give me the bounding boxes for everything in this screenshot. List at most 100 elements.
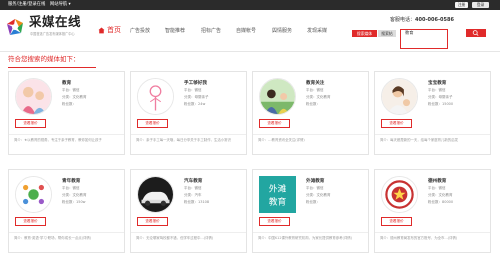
view-price-button[interactable]: 查看报价 — [259, 119, 290, 128]
card-divider — [9, 232, 124, 233]
hotline: 客服电话：400-006-0586 — [390, 16, 454, 23]
media-fans: 粉丝数：150w — [62, 200, 86, 204]
section-title: 符合您搜索的媒体如下： — [8, 55, 80, 63]
media-name[interactable]: 青年教育 — [62, 178, 80, 184]
nav-item-tender-ads[interactable]: 招标广告 — [201, 27, 221, 35]
logo-title[interactable]: 采媒在线 — [29, 14, 81, 30]
register-button[interactable]: 注册 — [455, 2, 468, 8]
search-input[interactable] — [405, 30, 445, 36]
card-divider — [253, 134, 368, 135]
media-card[interactable]: 手工够好我 平台：微信 分类：母婴亲子 粉丝数：24w 查看报价 简介：亲子手工… — [130, 71, 247, 155]
search-icon — [472, 30, 479, 36]
media-category: 分类：母婴亲子 — [184, 95, 209, 99]
media-platform: 平台：微信 — [306, 88, 324, 92]
media-category: 分类：汽车 — [184, 193, 202, 197]
header-divider — [0, 51, 500, 52]
view-price-button[interactable]: 查看报价 — [15, 217, 46, 226]
media-fans: 粉丝数：13108 — [184, 200, 210, 204]
media-card[interactable]: 青年教育 平台：微信 分类：文化教育 粉丝数：150w 查看报价 简介：教育·英… — [8, 169, 125, 253]
media-platform: 平台：微信 — [428, 88, 446, 92]
media-description: 简介：德州教育局发布的官方账号，为全市…(详情) — [380, 236, 458, 240]
media-description: 简介：每天都是新的一天，给每个家庭育儿新的启发 — [380, 138, 458, 142]
view-price-button[interactable]: 查看报价 — [15, 119, 46, 128]
nav-item-ad-placement[interactable]: 广告投放 — [130, 27, 150, 35]
media-name[interactable]: 德州教育 — [428, 178, 446, 184]
card-divider — [253, 232, 368, 233]
media-avatar[interactable]: 外滩 教育 — [259, 176, 296, 213]
section-title-underline — [8, 67, 96, 68]
media-name[interactable]: 手工够好我 — [184, 80, 207, 86]
media-fans: 粉丝数： — [306, 200, 320, 204]
top-bar-text[interactable]: 服务/注册/登录在线 — [8, 2, 45, 8]
media-avatar[interactable] — [259, 78, 296, 115]
media-avatar[interactable] — [137, 176, 174, 213]
media-platform: 平台：微信 — [306, 186, 324, 190]
media-description: 简介：亲子手工每一天哦，每日分享关于手工制作，生活小常识 — [136, 138, 231, 142]
logo-swirl-icon[interactable] — [5, 17, 25, 37]
media-description: 简介：★以教育的视角，专注于亲子教育，教你如何让孩子 — [14, 138, 102, 142]
view-price-button[interactable]: 查看报价 — [137, 119, 168, 128]
media-category: 分类：文化教育 — [306, 95, 331, 99]
card-divider — [375, 134, 490, 135]
view-price-button[interactable]: 查看报价 — [381, 217, 412, 226]
site-navigation-menu[interactable]: 网站导航 ▾ — [50, 2, 71, 8]
media-avatar[interactable] — [381, 78, 418, 115]
media-name[interactable]: 宝宝教育 — [428, 80, 446, 86]
media-platform: 平台：微信 — [184, 88, 202, 92]
svg-text:教育: 教育 — [269, 196, 287, 208]
nav-item-home[interactable]: 首页 — [107, 25, 121, 35]
media-category: 分类：母婴亲子 — [428, 95, 453, 99]
media-category: 分类：文化教育 — [306, 193, 331, 197]
media-category: 分类：文化教育 — [62, 95, 87, 99]
media-card[interactable]: 德州教育 平台：微信 分类：文化教育 粉丝数：80000 查看报价 简介：德州教… — [374, 169, 491, 253]
media-platform: 平台：微信 — [428, 186, 446, 190]
login-button[interactable]: 登录 — [472, 2, 489, 8]
media-category: 分类：文化教育 — [428, 193, 453, 197]
media-platform: 平台：微信 — [184, 186, 202, 190]
media-fans: 粉丝数：80000 — [428, 200, 454, 204]
media-name[interactable]: 外滩教育 — [306, 178, 324, 184]
media-fans: 粉丝数：24w — [184, 102, 206, 106]
media-fans: 粉丝数： — [306, 102, 320, 106]
card-divider — [131, 232, 246, 233]
svg-text:外滩: 外滩 — [269, 183, 287, 195]
media-avatar[interactable] — [137, 78, 174, 115]
media-name[interactable]: 汽车教育 — [184, 178, 202, 184]
top-bar: 服务/注册/登录在线 网站导航 ▾ 注册 登录 — [0, 0, 500, 10]
media-name[interactable]: 教育关注 — [306, 80, 324, 86]
view-price-button[interactable]: 查看报价 — [137, 217, 168, 226]
media-category: 分类：文化教育 — [62, 193, 87, 197]
media-description: 简介：…教育资讯全关注(详情) — [258, 138, 305, 142]
logo-subtitle: 中国首选广告发布媒体推广中心 — [30, 32, 75, 36]
media-description: 简介：教育·英语·学习·职场，帮你成长一点点(详情) — [14, 236, 92, 240]
nav-item-discover[interactable]: 发现采媒 — [307, 27, 327, 35]
search-media-tab[interactable]: 搜索媒体 — [352, 30, 377, 37]
media-avatar[interactable] — [15, 78, 52, 115]
view-price-button[interactable]: 查看报价 — [381, 119, 412, 128]
media-fans: 粉丝数： — [62, 102, 76, 106]
nav-item-public-opinion[interactable]: 舆情服务 — [272, 27, 292, 35]
media-card[interactable]: 汽车教育 平台：微信 分类：汽车 粉丝数：13108 查看报价 简介：无论哪家驾… — [130, 169, 247, 253]
media-name[interactable]: 教育 — [62, 80, 71, 86]
media-avatar[interactable] — [381, 176, 418, 213]
hotline-label: 客服电话： — [390, 17, 416, 23]
search-post-tab[interactable]: 搜索帖 — [378, 30, 396, 37]
media-description: 简介：无论哪家驾校都不错，但学车过程中…(详情) — [136, 236, 214, 240]
search-button[interactable] — [466, 29, 486, 37]
home-icon[interactable] — [98, 27, 105, 34]
media-fans: 粉丝数：15000 — [428, 102, 454, 106]
nav-item-smart-recommend[interactable]: 智能推荐 — [165, 27, 185, 35]
media-card[interactable]: 外滩 教育 外滩教育 平台：微信 分类：文化教育 粉丝数： 查看报价 简介：中国… — [252, 169, 369, 253]
media-card[interactable]: 宝宝教育 平台：微信 分类：母婴亲子 粉丝数：15000 查看报价 简介：每天都… — [374, 71, 491, 155]
view-price-button[interactable]: 查看报价 — [259, 217, 290, 226]
media-avatar[interactable] — [15, 176, 52, 213]
media-card[interactable]: 教育关注 平台：微信 分类：文化教育 粉丝数： 查看报价 简介：…教育资讯全关注… — [252, 71, 369, 155]
card-divider — [131, 134, 246, 135]
media-platform: 平台：微信 — [62, 186, 80, 190]
hotline-number: 400-006-0586 — [415, 17, 454, 23]
card-divider — [9, 134, 124, 135]
media-description: 简介：中国K12课外教育研究机构，为家长提供教育参考(详情) — [258, 236, 352, 240]
media-platform: 平台：微信 — [62, 88, 80, 92]
media-card[interactable]: 教育 平台：微信 分类：文化教育 粉丝数： 查看报价 简介：★以教育的视角，专注… — [8, 71, 125, 155]
nav-item-self-media[interactable]: 自媒帐号 — [236, 27, 256, 35]
